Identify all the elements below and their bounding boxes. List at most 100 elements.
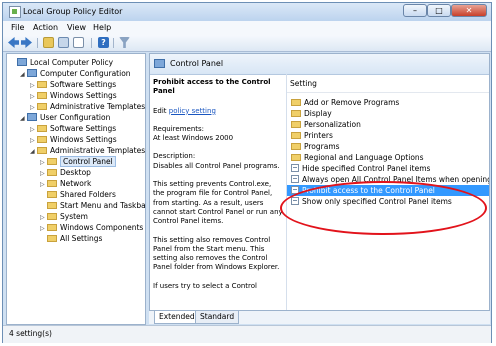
list-item[interactable]: Personalization xyxy=(287,119,489,130)
list-item-label: Printers xyxy=(304,131,333,140)
tree-node-label: Computer Configuration xyxy=(40,69,131,78)
tree-node-label: Network xyxy=(60,179,92,188)
menu-view[interactable]: View xyxy=(67,23,86,32)
window-title: Local Group Policy Editor xyxy=(23,7,123,16)
menu-action[interactable]: Action xyxy=(33,23,58,32)
expand-arrow-icon[interactable]: ◢ xyxy=(30,146,37,157)
tree-node[interactable]: ▷ Windows Settings xyxy=(30,134,117,145)
tree-node-label: System xyxy=(60,212,88,221)
filter-icon[interactable] xyxy=(119,37,130,48)
tree-node[interactable]: ▷ Control Panel xyxy=(40,156,116,167)
computer-icon xyxy=(27,113,37,121)
folder-icon xyxy=(291,143,301,150)
detail-header-title: Control Panel xyxy=(170,59,224,68)
tree-node[interactable]: ▷ Software Settings xyxy=(30,123,116,134)
menu-file[interactable]: File xyxy=(11,23,24,32)
up-folder-icon[interactable] xyxy=(43,37,54,48)
show-hide-tree-icon[interactable] xyxy=(58,37,69,48)
tree-node-label: Windows Settings xyxy=(50,91,117,100)
tree-node[interactable]: ▷ System xyxy=(40,211,88,222)
folder-icon xyxy=(47,224,57,231)
close-button[interactable]: ✕ xyxy=(451,4,487,17)
back-arrow-icon[interactable] xyxy=(8,37,19,48)
description-para-2: This setting also removes Control Panel … xyxy=(153,235,280,272)
tree-node-label: Desktop xyxy=(60,168,91,177)
minimize-button[interactable]: – xyxy=(403,4,427,17)
edit-prefix: Edit xyxy=(153,106,169,115)
tab-standard[interactable]: Standard xyxy=(195,311,240,324)
list-item-label: Add or Remove Programs xyxy=(304,98,400,107)
menu-help[interactable]: Help xyxy=(93,23,111,32)
menu-bar: File Action View Help xyxy=(3,21,491,35)
tree-node-label: All Settings xyxy=(60,234,103,243)
folder-icon xyxy=(47,169,57,176)
folder-icon xyxy=(47,158,57,165)
help-icon[interactable]: ? xyxy=(98,37,109,48)
list-item[interactable]: Hide specified Control Panel items xyxy=(287,163,489,174)
tree-node-label: Control Panel xyxy=(60,156,116,167)
description-text: Description: Disables all Control Panel … xyxy=(153,152,280,170)
list-item[interactable]: Add or Remove Programs xyxy=(287,97,489,108)
tree-node[interactable]: Shared Folders xyxy=(40,189,116,200)
tree-node[interactable]: ▷ Windows Components xyxy=(40,222,143,233)
tree-pane[interactable]: Local Computer Policy ◢ Computer Configura… xyxy=(6,53,146,325)
tree-node[interactable]: ▷ Windows Settings xyxy=(30,90,117,101)
folder-icon xyxy=(291,154,301,161)
expand-arrow-icon[interactable]: ◢ xyxy=(20,69,27,80)
description-para-3: If users try to select a Control xyxy=(153,281,257,290)
folder-icon xyxy=(37,136,47,143)
app-window: Local Group Policy Editor – □ ✕ File Act… xyxy=(2,2,492,343)
folder-icon xyxy=(47,180,57,187)
folder-icon xyxy=(47,191,57,198)
tree-node[interactable]: Start Menu and Taskbar xyxy=(40,200,146,211)
folder-icon xyxy=(47,235,57,242)
tree-node-label: Software Settings xyxy=(50,124,117,133)
description-panel: Prohibit access to the Control Panel Edi… xyxy=(153,78,283,310)
tree-node-label: Start Menu and Taskbar xyxy=(60,201,146,210)
view-tabs: Extended Standard xyxy=(149,311,490,324)
tree-node[interactable]: ◢ Administrative Templates xyxy=(30,145,145,156)
toolbar: ? xyxy=(3,35,491,52)
folder-icon xyxy=(291,110,301,117)
tree-node-label: Administrative Templates xyxy=(50,102,146,111)
folder-icon xyxy=(291,132,301,139)
folder-icon xyxy=(37,103,47,110)
tree-node[interactable]: Local Computer Policy xyxy=(10,57,113,68)
computer-icon xyxy=(17,58,27,66)
tree-node-label: Software Settings xyxy=(50,80,117,89)
policy-title: Prohibit access to the Control Panel xyxy=(153,78,271,96)
maximize-button[interactable]: □ xyxy=(427,4,451,17)
folder-icon xyxy=(37,92,47,99)
expand-arrow-icon[interactable]: ◢ xyxy=(20,113,27,124)
tree-node[interactable]: All Settings xyxy=(40,233,102,244)
computer-icon xyxy=(27,69,37,77)
column-header-setting[interactable]: Setting xyxy=(287,79,489,93)
edit-policy-link[interactable]: policy setting xyxy=(169,107,216,115)
policy-setting-icon xyxy=(291,164,299,172)
title-bar[interactable]: Local Group Policy Editor – □ ✕ xyxy=(3,3,491,21)
forward-arrow-icon[interactable] xyxy=(21,37,32,48)
detail-header: Control Panel xyxy=(150,54,489,75)
tree-node[interactable]: ◢ Computer Configuration xyxy=(20,68,131,79)
export-list-icon[interactable] xyxy=(73,37,84,48)
list-item[interactable]: Display xyxy=(287,108,489,119)
folder-icon xyxy=(47,202,57,209)
annotation-circle xyxy=(280,181,487,235)
tree-node-label: Shared Folders xyxy=(60,190,116,199)
folder-icon xyxy=(291,121,301,128)
list-item-label: Programs xyxy=(304,142,340,151)
description-para-1: This setting prevents Control.exe, the p… xyxy=(153,180,283,226)
list-item[interactable]: Regional and Language Options xyxy=(287,152,489,163)
tree-node[interactable]: ▷ Network xyxy=(40,178,91,189)
tree-node[interactable]: ◢ User Configuration xyxy=(20,112,110,123)
tree-node[interactable]: ▷ Software Settings xyxy=(30,79,116,90)
folder-icon xyxy=(37,147,47,154)
list-item[interactable]: Programs xyxy=(287,141,489,152)
tree-node[interactable]: ▷ Desktop xyxy=(40,167,91,178)
list-item[interactable]: Printers xyxy=(287,130,489,141)
tree-node[interactable]: ▷ Administrative Templates xyxy=(30,101,145,112)
edit-line: Edit policy setting xyxy=(153,107,283,116)
status-bar: 4 setting(s) xyxy=(3,325,491,343)
tab-extended[interactable]: Extended xyxy=(154,311,200,324)
control-panel-icon xyxy=(154,59,165,68)
